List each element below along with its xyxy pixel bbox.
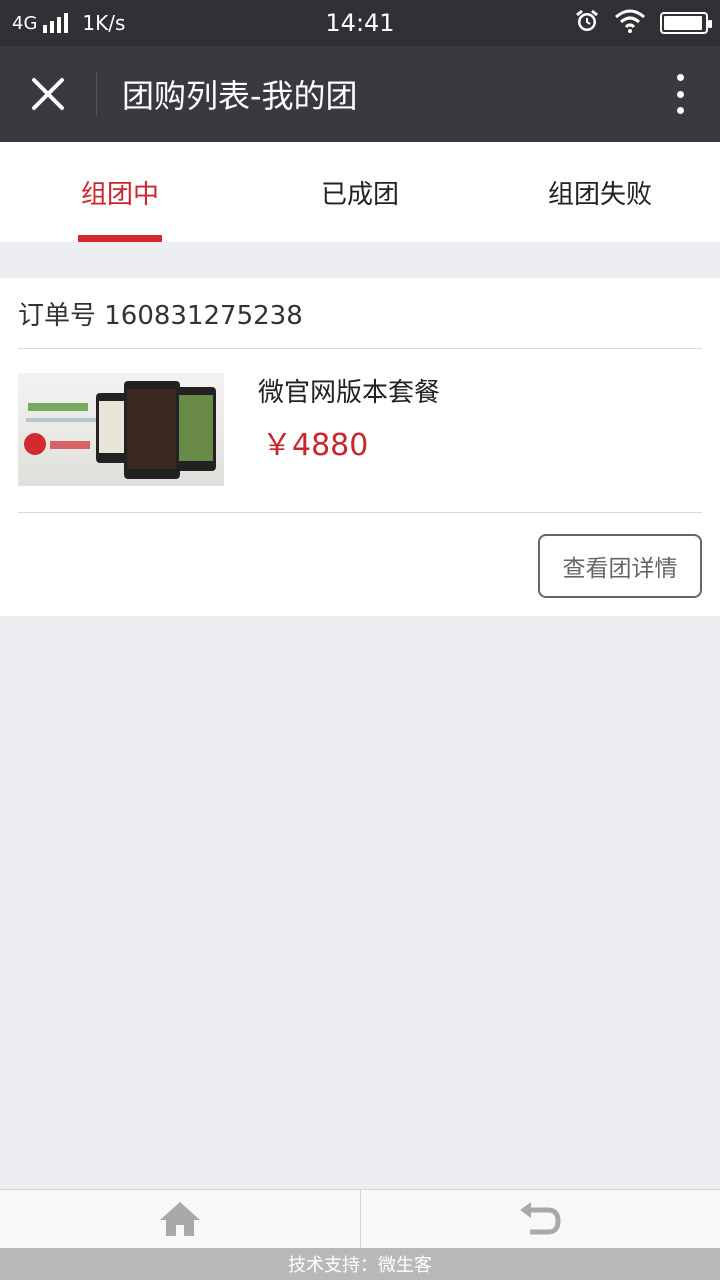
- status-right: [574, 0, 712, 46]
- tab-failed[interactable]: 组团失败: [480, 142, 720, 242]
- view-group-detail-button[interactable]: 查看团详情: [538, 534, 702, 598]
- product-name[interactable]: 微官网版本套餐: [258, 372, 440, 409]
- alarm-icon: [574, 8, 600, 38]
- tab-grouping[interactable]: 组团中: [0, 142, 240, 242]
- battery-level: [664, 16, 702, 30]
- back-button[interactable]: [361, 1190, 720, 1248]
- tab-succeeded[interactable]: 已成团: [240, 142, 480, 242]
- product-price: ￥4880: [262, 428, 369, 463]
- home-icon: [159, 1202, 200, 1236]
- close-button[interactable]: [0, 46, 96, 142]
- battery-icon: [660, 12, 712, 34]
- order-number: 订单号 160831275238: [18, 300, 303, 331]
- more-button[interactable]: [670, 74, 690, 114]
- divider: [18, 512, 702, 513]
- divider: [18, 348, 702, 349]
- home-button[interactable]: [0, 1190, 360, 1248]
- footer-credit: 技术支持：微生客: [0, 1248, 720, 1280]
- product-image[interactable]: [18, 373, 224, 486]
- status-bar: 4G 1K/s 14:41: [0, 0, 720, 46]
- order-card: 订单号 160831275238 微官网版本套餐 ￥4880 查看团详情: [0, 278, 720, 616]
- tab-bar: 组团中 已成团 组团失败: [0, 142, 720, 242]
- title-bar: 团购列表-我的团: [0, 46, 720, 142]
- page-title: 团购列表-我的团: [122, 77, 358, 115]
- back-icon: [520, 1202, 561, 1235]
- close-icon: [32, 78, 64, 110]
- bottom-nav: [0, 1189, 720, 1248]
- title-divider: [96, 72, 97, 116]
- wifi-icon: [614, 9, 646, 37]
- more-icon: [676, 74, 684, 81]
